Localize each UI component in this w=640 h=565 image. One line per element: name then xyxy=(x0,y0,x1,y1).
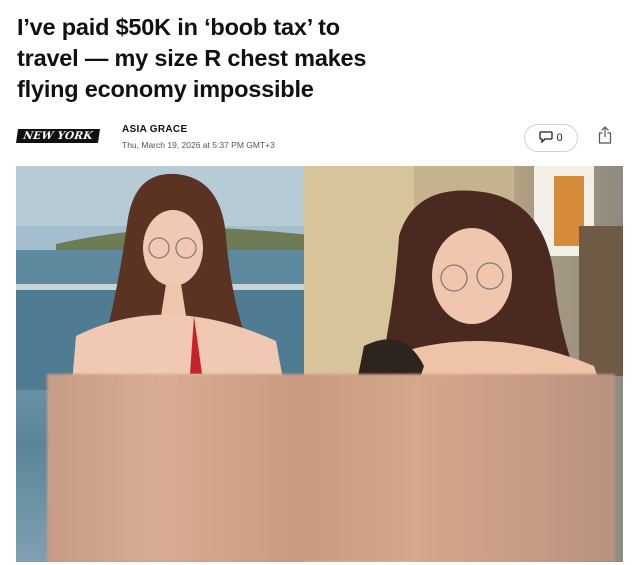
publish-date: Thu, March 19, 2026 at 5:37 PM GMT+3 xyxy=(122,140,275,150)
byline: NEW YORK POST ASIA GRACE Thu, March 19, … xyxy=(16,124,623,156)
share-button[interactable] xyxy=(595,125,615,149)
author-name[interactable]: ASIA GRACE xyxy=(122,124,187,135)
share-icon xyxy=(598,125,612,149)
censored-blur-overlay xyxy=(47,374,615,562)
comments-button[interactable]: 0 xyxy=(524,124,578,152)
comment-bubble-icon xyxy=(539,130,554,146)
article-image-collage[interactable] xyxy=(16,166,623,562)
comment-count: 0 xyxy=(556,132,563,144)
article-headline: I’ve paid $50K in ‘boob tax’ to travel —… xyxy=(17,14,367,102)
publication-logo[interactable]: NEW YORK POST xyxy=(16,129,100,156)
